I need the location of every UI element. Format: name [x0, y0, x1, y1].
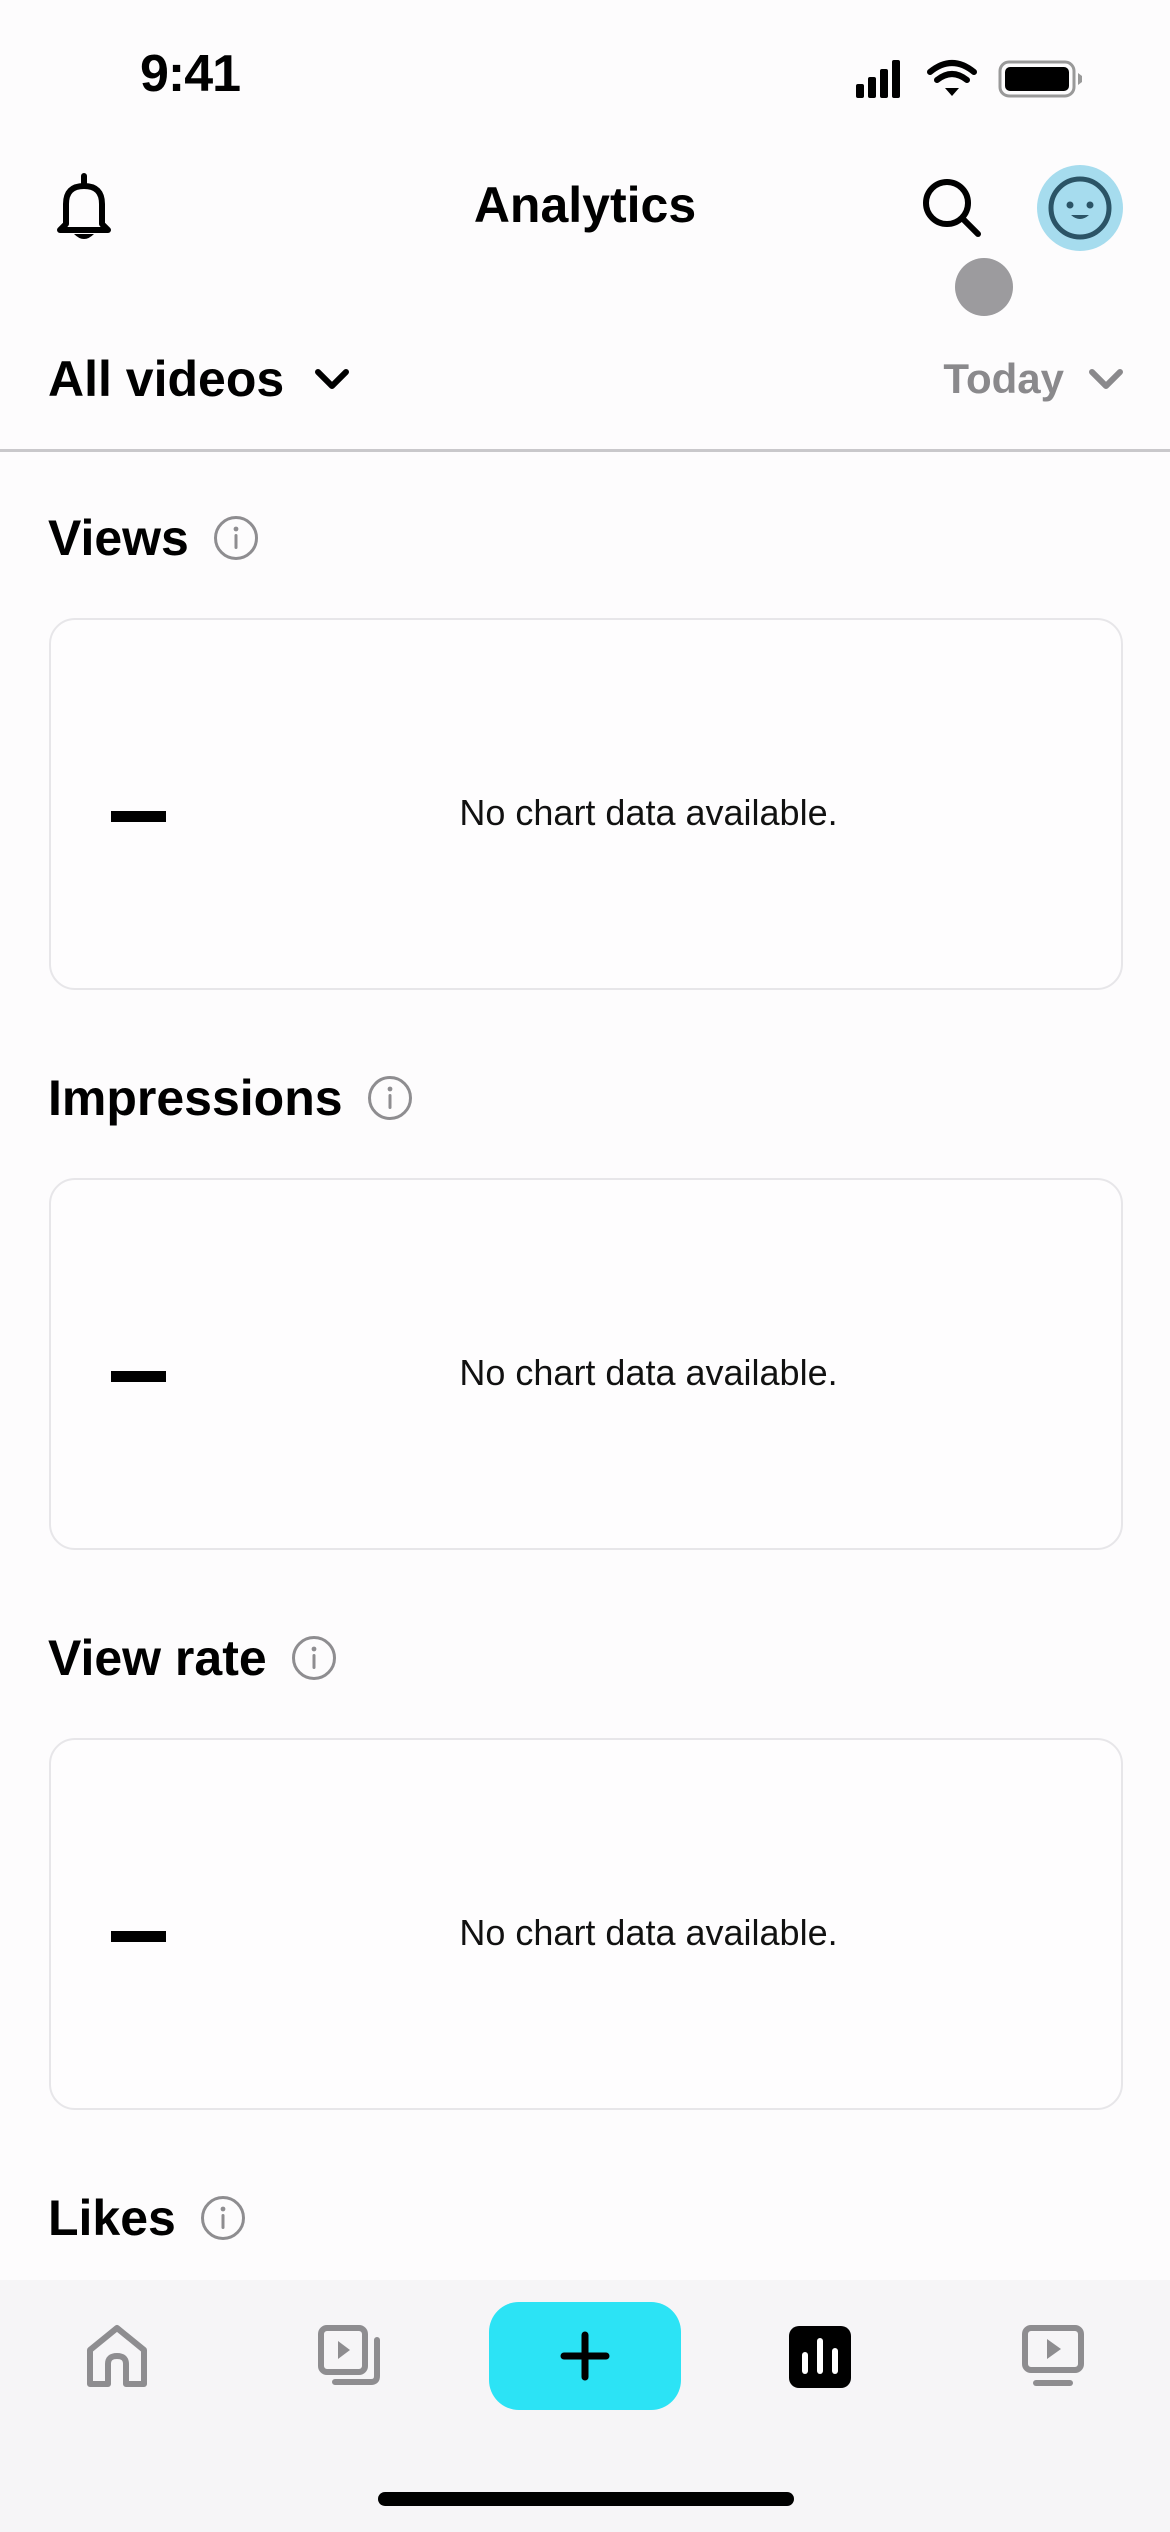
- section-title-impressions: Impressions: [48, 1068, 413, 1128]
- info-icon[interactable]: [200, 2195, 246, 2241]
- chevron-down-icon: [315, 369, 350, 389]
- section-title-views: Views: [48, 508, 259, 568]
- header-divider: [0, 449, 1170, 452]
- video-filter-label: All videos: [48, 351, 285, 407]
- wifi-icon: [927, 60, 977, 96]
- nav-watch-icon[interactable]: [1019, 2322, 1089, 2392]
- search-icon[interactable]: [920, 176, 986, 242]
- avatar[interactable]: [1037, 165, 1123, 251]
- empty-chart-message: No chart data available.: [459, 1352, 838, 1393]
- section-title: Likes: [48, 2190, 176, 2246]
- chevron-down-icon: [1089, 369, 1123, 389]
- battery-icon: [998, 60, 1082, 98]
- nav-analytics-icon[interactable]: [785, 2322, 855, 2392]
- section-title: Impressions: [48, 1070, 343, 1126]
- touch-indicator: [955, 258, 1013, 316]
- create-button[interactable]: [489, 2302, 681, 2410]
- video-filter-dropdown[interactable]: All videos: [48, 350, 350, 408]
- empty-chart-message: No chart data available.: [459, 1912, 838, 1953]
- info-icon[interactable]: [367, 1075, 413, 1121]
- section-title-view-rate: View rate: [48, 1628, 337, 1688]
- views-chart-card: No chart data available.: [49, 618, 1123, 990]
- info-icon[interactable]: [213, 515, 259, 561]
- status-icons: [856, 60, 1082, 98]
- avatar-smiley-icon: [1048, 176, 1112, 240]
- home-indicator: [378, 2492, 794, 2506]
- date-filter-dropdown[interactable]: Today: [943, 355, 1124, 403]
- section-title-likes: Likes: [48, 2188, 246, 2248]
- date-filter-label: Today: [943, 355, 1064, 402]
- status-time: 9:41: [140, 45, 241, 103]
- view-rate-chart-card: No chart data available.: [49, 1738, 1123, 2110]
- empty-chart-message: No chart data available.: [459, 792, 838, 833]
- cellular-signal-icon: [856, 60, 900, 98]
- info-icon[interactable]: [291, 1635, 337, 1681]
- page-title: Analytics: [473, 177, 697, 233]
- nav-library-icon[interactable]: [315, 2322, 385, 2392]
- section-title: View rate: [48, 1630, 267, 1686]
- plus-icon: [560, 2331, 610, 2381]
- section-title: Views: [48, 510, 189, 566]
- nav-home-icon[interactable]: [82, 2322, 152, 2392]
- impressions-chart-card: No chart data available.: [49, 1178, 1123, 1550]
